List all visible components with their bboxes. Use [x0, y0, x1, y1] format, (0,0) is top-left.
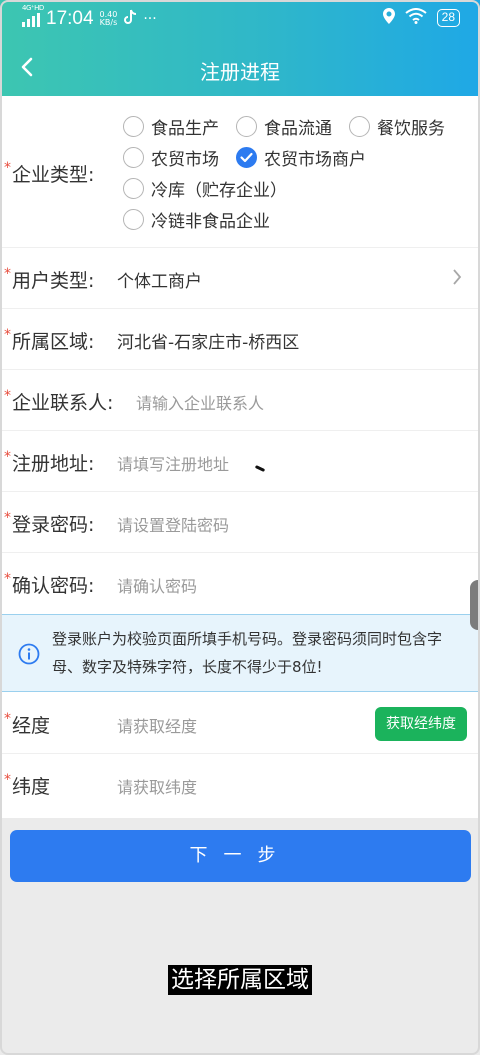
enterprise-type-label: *企业类型: — [4, 160, 95, 186]
radio-circle — [349, 116, 370, 137]
radio-circle — [123, 209, 144, 230]
longitude-label: *经度 — [4, 711, 51, 737]
radio-farmers-market-vendor[interactable]: 农贸市场商户 — [236, 145, 366, 170]
latitude-label: *纬度 — [4, 772, 51, 798]
app-header: 4G⁺HD 17:04 0.40 KB/s ··· 28 注册进程 — [0, 0, 480, 96]
location-icon — [382, 8, 395, 28]
side-drag-handle[interactable] — [470, 580, 480, 630]
user-type-value: 个体工商户 — [117, 272, 202, 292]
confirm-password-label: *确认密码: — [4, 571, 95, 597]
address-input[interactable]: 请填写注册地址 — [117, 451, 229, 475]
radio-circle — [123, 116, 144, 137]
contact-row: *企业联系人: 请输入企业联系人 — [0, 370, 480, 431]
network-type-label: 4G⁺HD — [22, 4, 44, 12]
radio-cold-storage[interactable]: 冷库（贮存企业） — [123, 176, 287, 201]
user-type-label: *用户类型: — [4, 266, 95, 292]
address-row: *注册地址: 请填写注册地址 — [0, 431, 480, 492]
radio-checked-icon — [236, 147, 257, 168]
tip-text: 登录账户为校验页面所填手机号码。登录密码须同时包含字母、数字及特殊字符，长度不得… — [52, 630, 443, 676]
password-row: *登录密码: 请设置登陆密码 — [0, 492, 480, 553]
next-step-button[interactable]: 下一步 — [10, 830, 471, 882]
radio-circle — [236, 116, 257, 137]
clock: 17:04 — [46, 8, 94, 29]
region-label: *所属区域: — [4, 327, 95, 353]
radio-cold-chain-nonfood[interactable]: 冷链非食品企业 — [123, 207, 270, 232]
radio-food-circulation[interactable]: 食品流通 — [236, 114, 332, 139]
contact-label: *企业联系人: — [4, 388, 114, 414]
radio-catering-service[interactable]: 餐饮服务 — [349, 114, 445, 139]
latitude-input[interactable]: 请获取纬度 — [117, 774, 197, 798]
net-speed-unit: KB/s — [99, 18, 118, 27]
region-row[interactable]: *所属区域: 河北省-石家庄市-桥西区 — [0, 309, 480, 370]
registration-form: *企业类型: 食品生产 食品流通 餐饮服务 农贸市场 农贸市场商户 冷库（贮存企… — [0, 96, 480, 818]
contact-input[interactable]: 请输入企业联系人 — [136, 390, 264, 414]
user-type-row[interactable]: *用户类型: 个体工商户 — [0, 248, 480, 309]
latitude-row: *纬度 请获取纬度 — [0, 754, 480, 818]
status-bar: 4G⁺HD 17:04 0.40 KB/s ··· 28 — [0, 0, 480, 38]
page-title: 注册进程 — [200, 60, 280, 84]
nav-bar: 注册进程 — [0, 40, 480, 96]
confirm-password-row: *确认密码: 请确认密码 — [0, 553, 480, 614]
address-label: *注册地址: — [4, 449, 95, 475]
info-icon — [18, 643, 40, 669]
radio-circle — [123, 178, 144, 199]
more-notifications-icon: ··· — [143, 11, 157, 27]
signal-icon: 4G⁺HD — [22, 4, 44, 27]
wifi-icon — [405, 8, 427, 28]
battery-icon: 28 — [436, 9, 460, 27]
password-tip-banner: 登录账户为校验页面所填手机号码。登录密码须同时包含字母、数字及特殊字符，长度不得… — [0, 614, 480, 692]
get-coordinates-button[interactable]: 获取经纬度 — [375, 707, 467, 741]
net-speed: 0.40 KB/s — [100, 11, 118, 27]
longitude-input[interactable]: 请获取经度 — [117, 713, 197, 737]
longitude-row: *经度 请获取经度 获取经纬度 — [0, 693, 480, 754]
radio-food-production[interactable]: 食品生产 — [123, 114, 219, 139]
chevron-right-icon — [452, 268, 462, 290]
confirm-password-input[interactable]: 请确认密码 — [117, 573, 197, 597]
video-caption: 选择所属区域 — [0, 960, 480, 995]
tiktok-icon — [123, 9, 137, 29]
password-label: *登录密码: — [4, 510, 95, 536]
radio-circle — [123, 147, 144, 168]
region-value: 河北省-石家庄市-桥西区 — [117, 333, 300, 353]
caption-text: 选择所属区域 — [168, 965, 312, 995]
radio-farmers-market[interactable]: 农贸市场 — [123, 145, 219, 170]
enterprise-type-row: *企业类型: 食品生产 食品流通 餐饮服务 农贸市场 农贸市场商户 冷库（贮存企… — [0, 96, 480, 248]
password-input[interactable]: 请设置登陆密码 — [117, 512, 229, 536]
